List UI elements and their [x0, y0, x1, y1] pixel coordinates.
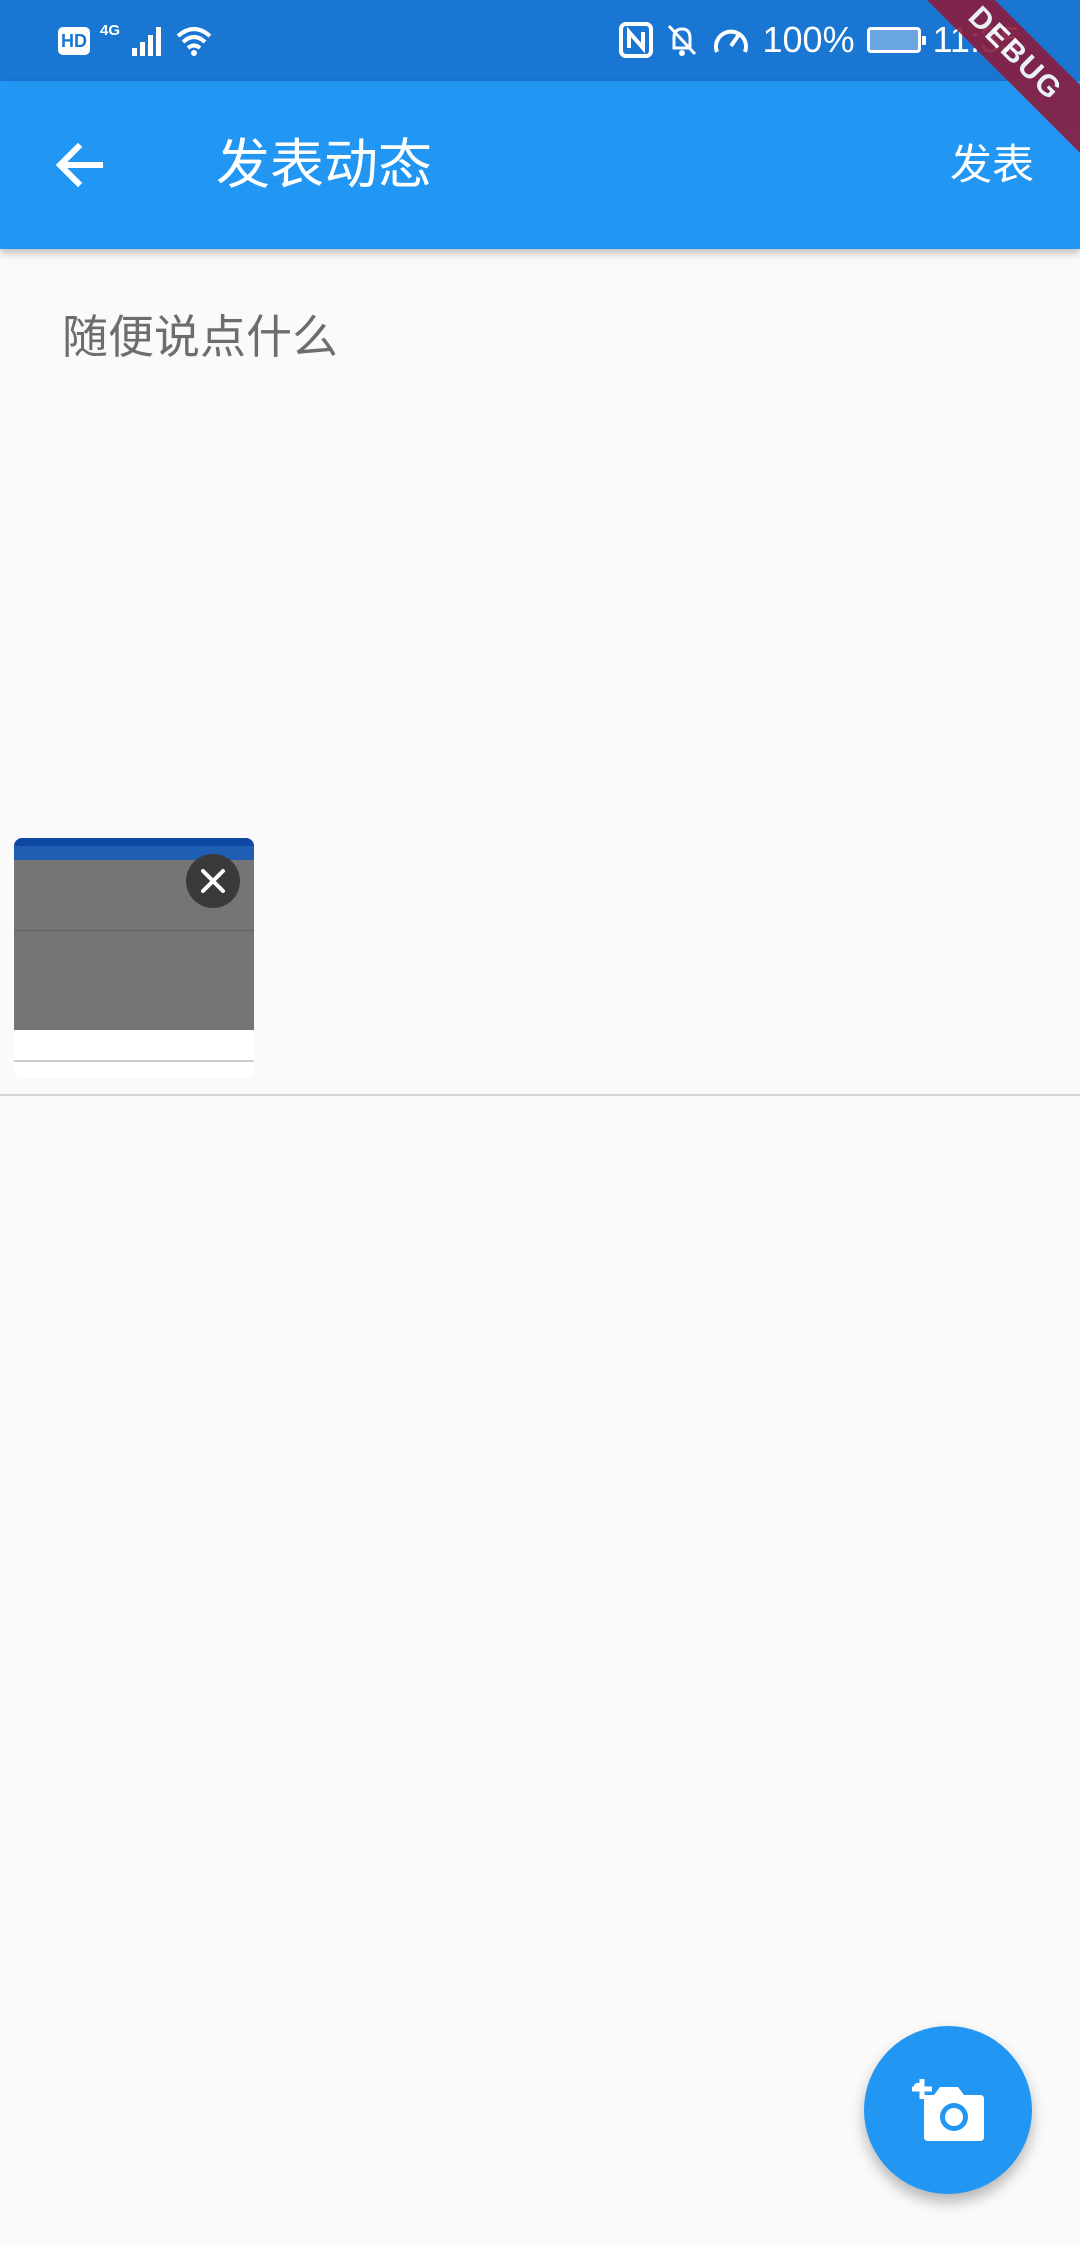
signal-icon: [132, 27, 162, 56]
remove-attachment-button[interactable]: [186, 854, 240, 908]
status-left-group: HD 4G: [58, 22, 214, 60]
post-text-input[interactable]: [62, 310, 1022, 364]
mute-bell-icon: [667, 24, 696, 56]
thumbnail-sheet-separator: [14, 1060, 254, 1062]
network-type: 4G: [100, 22, 121, 39]
close-icon: [201, 869, 225, 893]
thumbnail-status-strip: [14, 838, 254, 846]
nfc-icon: [618, 22, 653, 58]
add-a-photo-icon: [912, 2079, 984, 2141]
thumbnail-divider: [14, 930, 254, 931]
page-title: 发表动态: [216, 133, 432, 196]
app-bar: 发表动态 发表: [0, 81, 1080, 249]
arrow-left-icon: [55, 142, 103, 188]
battery-icon: [866, 27, 926, 53]
battery-percent: 100%: [762, 19, 855, 60]
content-divider: [0, 1094, 1080, 1096]
add-photo-fab[interactable]: [864, 2026, 1032, 2194]
wifi-icon: [176, 27, 212, 56]
thumbnail-sheet: [14, 1030, 254, 1078]
speedometer-icon: [713, 29, 748, 53]
publish-button[interactable]: 发表: [950, 137, 1034, 193]
back-button[interactable]: [40, 125, 120, 205]
status-bar: HD 4G 100% 11:35: [0, 0, 1080, 81]
hd-badge: HD: [58, 27, 90, 55]
